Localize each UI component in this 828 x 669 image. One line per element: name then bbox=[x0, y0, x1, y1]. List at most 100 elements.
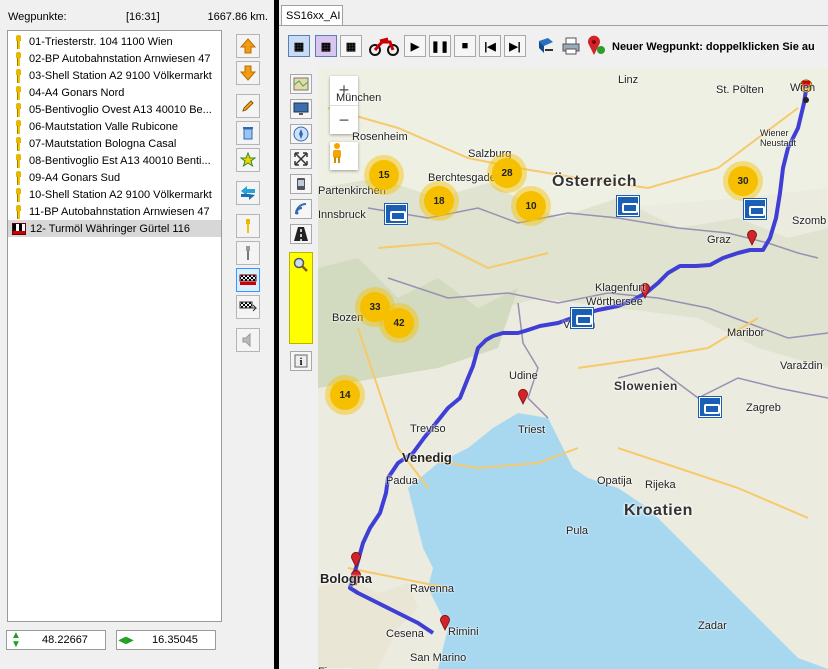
compass-icon bbox=[293, 126, 309, 142]
waypoint-label: 05-Bentivoglio Ovest A13 40010 Be... bbox=[29, 103, 212, 116]
stop-button[interactable]: ■ bbox=[454, 35, 476, 57]
waypoint-list-item[interactable]: 05-Bentivoglio Ovest A13 40010 Be... bbox=[8, 101, 221, 118]
map-place-label: Pula bbox=[566, 525, 589, 537]
traffic-sign-icon[interactable] bbox=[385, 204, 407, 224]
pause-icon: ❚❚ bbox=[430, 40, 450, 53]
country-label: Kroatien bbox=[624, 502, 693, 519]
calculator-gray-icon: ▦ bbox=[345, 40, 357, 53]
traffic-sign-icon[interactable] bbox=[699, 397, 721, 417]
map-place-label: San Marino bbox=[410, 652, 467, 664]
screen-button[interactable] bbox=[290, 99, 312, 119]
map-place-label: Cesena bbox=[386, 628, 424, 640]
marker-cluster[interactable]: 10 bbox=[516, 191, 546, 221]
fullscreen-button[interactable] bbox=[290, 149, 312, 169]
calc-blue-button[interactable]: ▦ bbox=[288, 35, 310, 57]
stepper-arrows-icon[interactable]: ◀▶ bbox=[117, 635, 135, 645]
swap-icon bbox=[241, 186, 255, 200]
motorbike-button[interactable] bbox=[367, 35, 401, 57]
waypoint-list-item[interactable]: 12- Turmöl Währinger Gürtel 116 bbox=[8, 220, 221, 237]
print-button[interactable] bbox=[560, 35, 582, 57]
waypoint-list-item[interactable]: 09-A4 Gonars Sud bbox=[8, 169, 221, 186]
info-button[interactable]: i bbox=[290, 351, 312, 371]
edit-button[interactable] bbox=[236, 94, 260, 118]
move-down-button[interactable] bbox=[236, 61, 260, 85]
import-button[interactable] bbox=[535, 35, 557, 57]
map-place-label: Wien bbox=[790, 82, 816, 94]
move-up-button[interactable] bbox=[236, 34, 260, 58]
waypoint-pin-icon bbox=[12, 204, 24, 219]
waypoint-type-button[interactable] bbox=[236, 214, 260, 238]
waypoint-list-item[interactable]: 10-Shell Station A2 9100 Völkermarkt bbox=[8, 186, 221, 203]
finish-flag-icon bbox=[12, 222, 26, 235]
stepper-arrows-icon[interactable]: ▲ ▼ bbox=[7, 631, 25, 650]
tab-map[interactable]: SS16xx_AI bbox=[281, 5, 343, 26]
waypoint-list[interactable]: 01-Triesterstr. 104 1100 Wien 02-BP Autob… bbox=[7, 30, 222, 622]
road-icon bbox=[294, 227, 308, 241]
traffic-sign-icon[interactable] bbox=[571, 308, 593, 328]
play-icon: ▶ bbox=[410, 40, 420, 53]
map-place-label: Rimini bbox=[448, 626, 479, 638]
add-waypoint-button[interactable] bbox=[585, 35, 607, 57]
printer-icon bbox=[562, 37, 580, 55]
map-place-label: Zadar bbox=[698, 620, 727, 632]
delete-button[interactable] bbox=[236, 121, 260, 145]
pegman-icon bbox=[333, 143, 341, 163]
route-time: [16:31] bbox=[126, 11, 160, 23]
traffic-sign-icon[interactable] bbox=[617, 196, 639, 216]
calc-button[interactable]: ▦ bbox=[340, 35, 362, 57]
calculator-x-icon: ▦ bbox=[320, 40, 332, 53]
destination-button[interactable] bbox=[236, 268, 260, 292]
waypoint-pin-icon bbox=[12, 170, 24, 185]
waypoint-label: 06-Mautstation Valle Rubicone bbox=[29, 120, 178, 133]
waypoint-list-item[interactable]: 11-BP Autobahnstation Arnwiesen 47 bbox=[8, 203, 221, 220]
reverse-route-button[interactable] bbox=[236, 181, 260, 205]
rss-button[interactable] bbox=[290, 199, 312, 219]
export-destination-button[interactable] bbox=[236, 295, 260, 319]
stop-icon: ■ bbox=[461, 40, 469, 52]
add-favorite-button[interactable] bbox=[236, 148, 260, 172]
map-place-label: St. Pölten bbox=[716, 84, 764, 96]
longitude-field[interactable]: ◀▶ 16.35045 bbox=[116, 630, 216, 650]
waypoint-pin-icon bbox=[12, 153, 24, 168]
marker-cluster[interactable]: 42 bbox=[384, 308, 414, 338]
play-button[interactable]: ▶ bbox=[404, 35, 426, 57]
waypoint-list-item[interactable]: 03-Shell Station A2 9100 Völkermarkt bbox=[8, 67, 221, 84]
waypoint-list-item[interactable]: 08-Bentivoglio Est A13 40010 Benti... bbox=[8, 152, 221, 169]
voice-button[interactable] bbox=[236, 328, 260, 352]
map-icon bbox=[293, 77, 309, 91]
waypoint-label: 02-BP Autobahnstation Arnwiesen 47 bbox=[29, 52, 211, 65]
waypoint-list-item[interactable]: 06-Mautstation Valle Rubicone bbox=[8, 118, 221, 135]
marker-cluster[interactable]: 30 bbox=[728, 166, 758, 196]
map-place-label: Wörthersee bbox=[586, 296, 643, 308]
marker-cluster[interactable]: 18 bbox=[424, 186, 454, 216]
search-panel[interactable] bbox=[289, 252, 313, 344]
map-layers-button[interactable] bbox=[290, 74, 312, 94]
navigation-button[interactable] bbox=[290, 124, 312, 144]
previous-button[interactable]: |◀ bbox=[479, 35, 501, 57]
map-place-label: Szomb bbox=[792, 215, 827, 227]
waypoint-list-item[interactable]: 02-BP Autobahnstation Arnwiesen 47 bbox=[8, 50, 221, 67]
via-point-button[interactable] bbox=[236, 241, 260, 265]
street-view-button[interactable] bbox=[330, 142, 358, 170]
waypoint-toolbar bbox=[236, 34, 264, 355]
map-place-label: Venedig bbox=[402, 450, 452, 465]
traffic-sign-icon[interactable] bbox=[744, 199, 766, 219]
road-button[interactable] bbox=[290, 224, 312, 244]
marker-cluster[interactable]: 28 bbox=[492, 158, 522, 188]
skip-forward-icon: ▶| bbox=[509, 40, 521, 53]
next-button[interactable]: ▶| bbox=[504, 35, 526, 57]
map-place-label: Wiener Neustadt bbox=[760, 128, 797, 148]
device-button[interactable] bbox=[290, 174, 312, 194]
waypoint-list-item[interactable]: 04-A4 Gonars Nord bbox=[8, 84, 221, 101]
map-place-label: München bbox=[336, 92, 382, 104]
pause-button[interactable]: ❚❚ bbox=[429, 35, 451, 57]
calc-red-button[interactable]: ▦ bbox=[315, 35, 337, 57]
arrow-up-icon bbox=[240, 38, 256, 54]
waypoint-list-item[interactable]: 07-Mautstation Bologna Casal bbox=[8, 135, 221, 152]
latitude-field[interactable]: ▲ ▼ 48.22667 bbox=[6, 630, 106, 650]
map-view[interactable]: + − Linz St. Pölten Wien München Rosenheim Sa… bbox=[318, 68, 828, 669]
marker-cluster[interactable]: 14 bbox=[330, 380, 360, 410]
marker-cluster[interactable]: 15 bbox=[369, 160, 399, 190]
waypoint-label: 09-A4 Gonars Sud bbox=[29, 171, 121, 184]
waypoint-list-item[interactable]: 01-Triesterstr. 104 1100 Wien bbox=[8, 33, 221, 50]
